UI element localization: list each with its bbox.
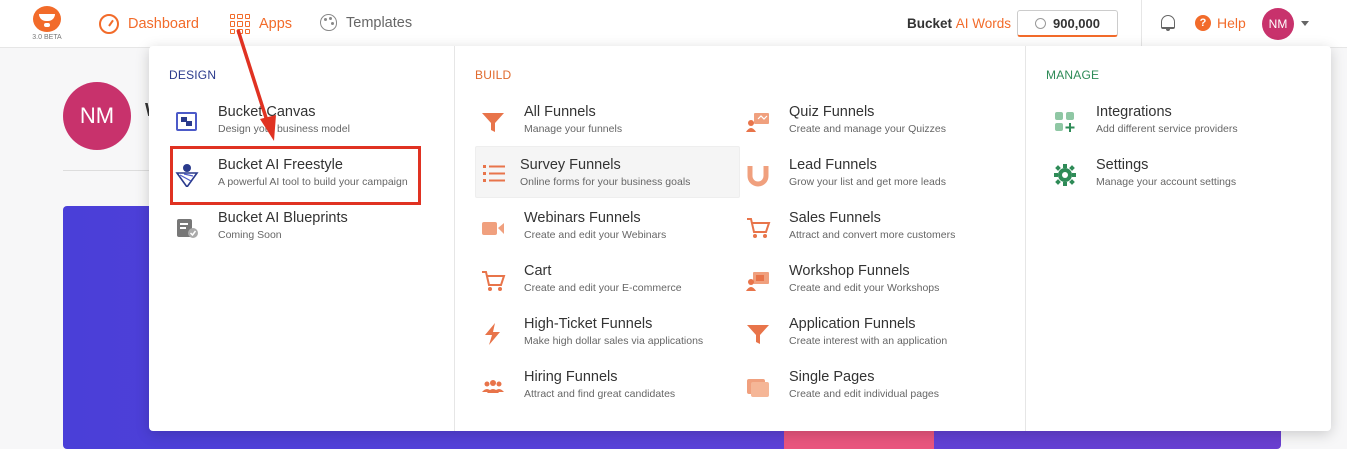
highlight-box <box>170 146 421 205</box>
menu-item-settings[interactable]: Settings Manage your account settings <box>1052 157 1322 209</box>
help-link[interactable]: ? Help <box>1195 15 1246 31</box>
menu-item-desc: Online forms for your business goals <box>520 176 691 188</box>
ai-words-balance[interactable]: 900,000 <box>1017 10 1118 37</box>
menu-item-integrations[interactable]: Integrations Add different service provi… <box>1052 104 1322 156</box>
menu-item-title: Hiring Funnels <box>524 369 618 385</box>
menu-item-desc: Make high dollar sales via applications <box>524 335 704 347</box>
menu-item-title: High-Ticket Funnels <box>524 316 653 332</box>
menu-item-desc: Create and manage your Quizzes <box>789 123 947 135</box>
menu-item-cart[interactable]: Cart Create and edit your E-commerce <box>480 263 740 315</box>
menu-item-survey-funnels[interactable]: Survey Funnels Online forms for your bus… <box>475 146 740 198</box>
chevron-down-icon[interactable] <box>1301 21 1309 26</box>
menu-item-quiz-funnels[interactable]: Quiz Funnels Create and manage your Quiz… <box>745 104 1015 156</box>
video-icon <box>482 222 504 235</box>
divider <box>1141 0 1142 48</box>
menu-item-desc: Add different service providers <box>1096 123 1238 135</box>
column-divider <box>1025 46 1026 431</box>
gauge-icon <box>99 14 119 34</box>
menu-item-desc: Manage your account settings <box>1096 176 1237 188</box>
cart-icon <box>482 271 506 291</box>
menu-item-webinars-funnels[interactable]: Webinars Funnels Create and edit your We… <box>480 210 740 262</box>
profile-avatar: NM <box>63 82 131 150</box>
nav-apps[interactable]: Apps <box>230 14 292 34</box>
menu-item-desc: Manage your funnels <box>524 123 623 135</box>
words-count: 900,000 <box>1053 15 1100 31</box>
menu-item-desc: Grow your list and get more leads <box>789 176 946 188</box>
menu-item-application-funnels[interactable]: Application Funnels Create interest with… <box>745 316 1015 368</box>
menu-item-title: Bucket AI Blueprints <box>218 210 348 226</box>
menu-item-bucket-ai-blueprints[interactable]: Bucket AI Blueprints Coming Soon <box>174 210 444 262</box>
menu-item-title: Lead Funnels <box>789 157 877 173</box>
menu-item-title: Webinars Funnels <box>524 210 641 226</box>
app-logo[interactable]: 3.0 BETA <box>32 6 62 41</box>
integrations-icon <box>1055 112 1075 132</box>
menu-item-title: Cart <box>524 263 552 279</box>
section-heading-design: DESIGN <box>169 68 217 82</box>
menu-item-desc: Create interest with an application <box>789 335 948 347</box>
top-navigation-bar: 3.0 BETA Dashboard Apps Templates Bucket… <box>0 0 1347 48</box>
menu-item-title: All Funnels <box>524 104 596 120</box>
nav-dashboard[interactable]: Dashboard <box>99 14 199 34</box>
nav-templates[interactable]: Templates <box>320 14 412 31</box>
menu-item-desc: Create and edit your Webinars <box>524 229 667 241</box>
menu-item-high-ticket-funnels[interactable]: High-Ticket Funnels Make high dollar sal… <box>480 316 740 368</box>
menu-item-title: Workshop Funnels <box>789 263 910 279</box>
menu-item-title: Integrations <box>1096 104 1172 120</box>
ai-words-label: Bucket AI Words <box>907 16 1011 31</box>
bucket-label: Bucket <box>907 16 953 31</box>
nav-dashboard-label: Dashboard <box>128 16 199 32</box>
menu-item-desc: Coming Soon <box>218 229 282 241</box>
workshop-icon <box>746 272 769 291</box>
logo-version: 3.0 BETA <box>32 34 62 41</box>
list-icon <box>483 165 505 182</box>
menu-item-title: Bucket Canvas <box>218 104 316 120</box>
banner-image <box>784 430 934 449</box>
magnet-icon <box>747 166 769 187</box>
nav-apps-label: Apps <box>259 16 293 32</box>
menu-item-title: Settings <box>1096 157 1149 173</box>
nav-templates-label: Templates <box>346 14 413 31</box>
coin-icon <box>1035 17 1046 29</box>
menu-item-desc: Create and edit your E-commerce <box>524 282 682 294</box>
menu-item-sales-funnels[interactable]: Sales Funnels Attract and convert more c… <box>745 210 1015 262</box>
menu-item-single-pages[interactable]: Single Pages Create and edit individual … <box>745 369 1015 421</box>
apps-mega-menu: DESIGN BUILD MANAGE Bucket Canvas Design… <box>149 46 1331 431</box>
menu-item-title: Single Pages <box>789 369 875 385</box>
logo-icon <box>33 6 61 32</box>
funnel-icon <box>482 113 504 132</box>
menu-item-desc: Create and edit individual pages <box>789 388 940 400</box>
menu-item-hiring-funnels[interactable]: Hiring Funnels Attract and find great ca… <box>480 369 740 421</box>
menu-item-title: Sales Funnels <box>789 210 881 226</box>
menu-item-lead-funnels[interactable]: Lead Funnels Grow your list and get more… <box>745 157 1015 209</box>
menu-item-title: Survey Funnels <box>520 157 621 173</box>
column-divider <box>454 46 455 431</box>
blueprint-icon <box>177 219 198 238</box>
bolt-icon <box>485 323 500 345</box>
menu-item-workshop-funnels[interactable]: Workshop Funnels Create and edit your Wo… <box>745 263 1015 315</box>
divider <box>63 170 153 171</box>
quiz-icon <box>746 113 769 132</box>
bell-icon[interactable] <box>1161 15 1175 31</box>
menu-item-title: Quiz Funnels <box>789 104 875 120</box>
section-heading-manage: MANAGE <box>1046 68 1100 82</box>
menu-item-desc: Create and edit your Workshops <box>789 282 940 294</box>
section-heading-build: BUILD <box>475 68 512 82</box>
menu-item-title: Application Funnels <box>789 316 916 332</box>
ai-words-text: AI Words <box>955 16 1012 31</box>
menu-item-desc: Attract and convert more customers <box>789 229 956 241</box>
canvas-icon <box>176 112 197 131</box>
palette-icon <box>320 14 337 31</box>
gear-icon <box>1054 164 1076 186</box>
people-icon <box>482 380 504 393</box>
grid-icon <box>230 14 250 34</box>
help-icon: ? <box>1195 15 1211 31</box>
menu-item-desc: Design your business model <box>218 123 350 135</box>
cart-icon <box>747 218 771 238</box>
menu-item-desc: Attract and find great candidates <box>524 388 676 400</box>
help-label: Help <box>1217 15 1246 31</box>
pages-icon <box>747 379 769 397</box>
funnel-icon <box>747 325 769 344</box>
user-avatar[interactable]: NM <box>1262 8 1294 40</box>
